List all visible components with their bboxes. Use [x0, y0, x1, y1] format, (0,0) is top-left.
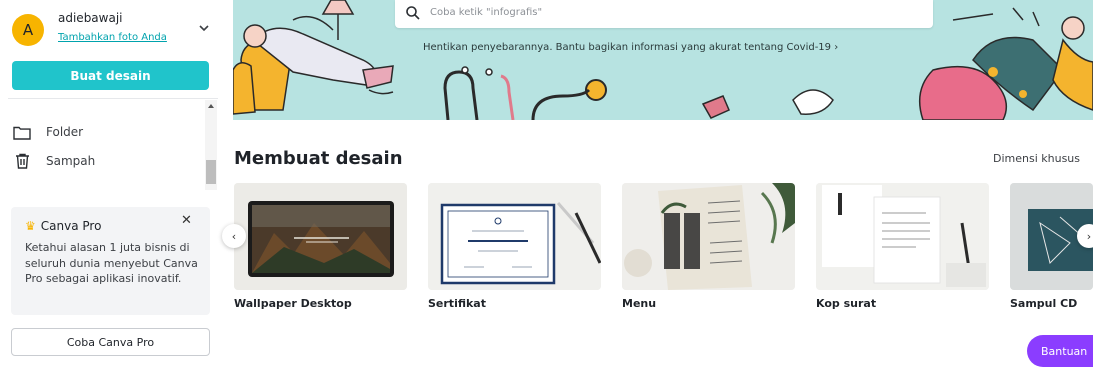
scroll-up-arrow-icon[interactable] [208, 104, 214, 108]
chevron-right-icon: › [1086, 229, 1092, 243]
covid-info-link[interactable]: Hentikan penyebarannya. Bantu bagikan in… [423, 42, 838, 53]
sidebar-scrollbar[interactable] [205, 100, 217, 190]
search-icon [406, 6, 420, 20]
promo-text: Ketahui alasan 1 juta bisnis di seluruh … [25, 241, 198, 285]
canva-pro-promo: ♛ Canva Pro ✕ Ketahui alasan 1 juta bisn… [11, 207, 210, 315]
avatar[interactable]: A [12, 14, 44, 46]
close-icon[interactable]: ✕ [181, 213, 192, 228]
chevron-left-icon: ‹ [231, 229, 237, 243]
user-account-switcher[interactable]: A adiebawaji Tambahkan foto Anda [10, 8, 215, 48]
help-button[interactable]: Bantuan [1027, 335, 1093, 367]
search-input[interactable]: Coba ketik "infografis" [430, 7, 542, 18]
trash-icon [12, 152, 32, 170]
section-title: Membuat desain [234, 148, 403, 169]
wallpaper-thumbnail [234, 183, 407, 290]
sidebar-item-label: Sampah [46, 154, 96, 168]
promo-title: ♛ Canva Pro [25, 219, 101, 233]
design-card-label[interactable]: Kop surat [816, 297, 876, 310]
create-design-button[interactable]: Buat desain [12, 61, 209, 90]
carousel-prev-button[interactable]: ‹ [222, 224, 246, 248]
sidebar-item-label: Folder [46, 125, 84, 139]
design-card-menu[interactable] [622, 183, 795, 290]
sidebar: A adiebawaji Tambahkan foto Anda Buat de… [0, 0, 222, 365]
divider [8, 98, 218, 99]
design-card-wallpaper-desktop[interactable] [234, 183, 407, 290]
scrollbar-thumb[interactable] [206, 160, 216, 184]
letterhead-thumbnail [816, 183, 989, 290]
design-card-label[interactable]: Sertifikat [428, 297, 486, 310]
try-canva-pro-button[interactable]: Coba Canva Pro [11, 328, 210, 356]
design-card-letterhead[interactable] [816, 183, 989, 290]
sidebar-item-folder[interactable]: Folder [12, 121, 192, 143]
covid-banner[interactable]: Coba ketik "infografis" Hentikan penyeba… [233, 0, 1093, 120]
design-card-certificate[interactable] [428, 183, 601, 290]
menu-thumbnail [622, 183, 795, 290]
design-card-label[interactable]: Sampul CD [1010, 297, 1077, 310]
promo-title-text: Canva Pro [40, 219, 102, 233]
search-bar[interactable]: Coba ketik "infografis" [395, 0, 933, 28]
add-photo-link[interactable]: Tambahkan foto Anda [58, 32, 167, 43]
design-card-label[interactable]: Menu [622, 297, 656, 310]
chevron-down-icon[interactable] [196, 20, 212, 36]
user-name: adiebawaji [58, 11, 123, 25]
custom-dimensions-link[interactable]: Dimensi khusus [993, 152, 1080, 165]
sidebar-item-trash[interactable]: Sampah [12, 150, 192, 172]
crown-icon: ♛ [25, 219, 36, 233]
certificate-thumbnail [428, 183, 601, 290]
design-card-label[interactable]: Wallpaper Desktop [234, 297, 352, 310]
folder-icon [12, 123, 32, 141]
